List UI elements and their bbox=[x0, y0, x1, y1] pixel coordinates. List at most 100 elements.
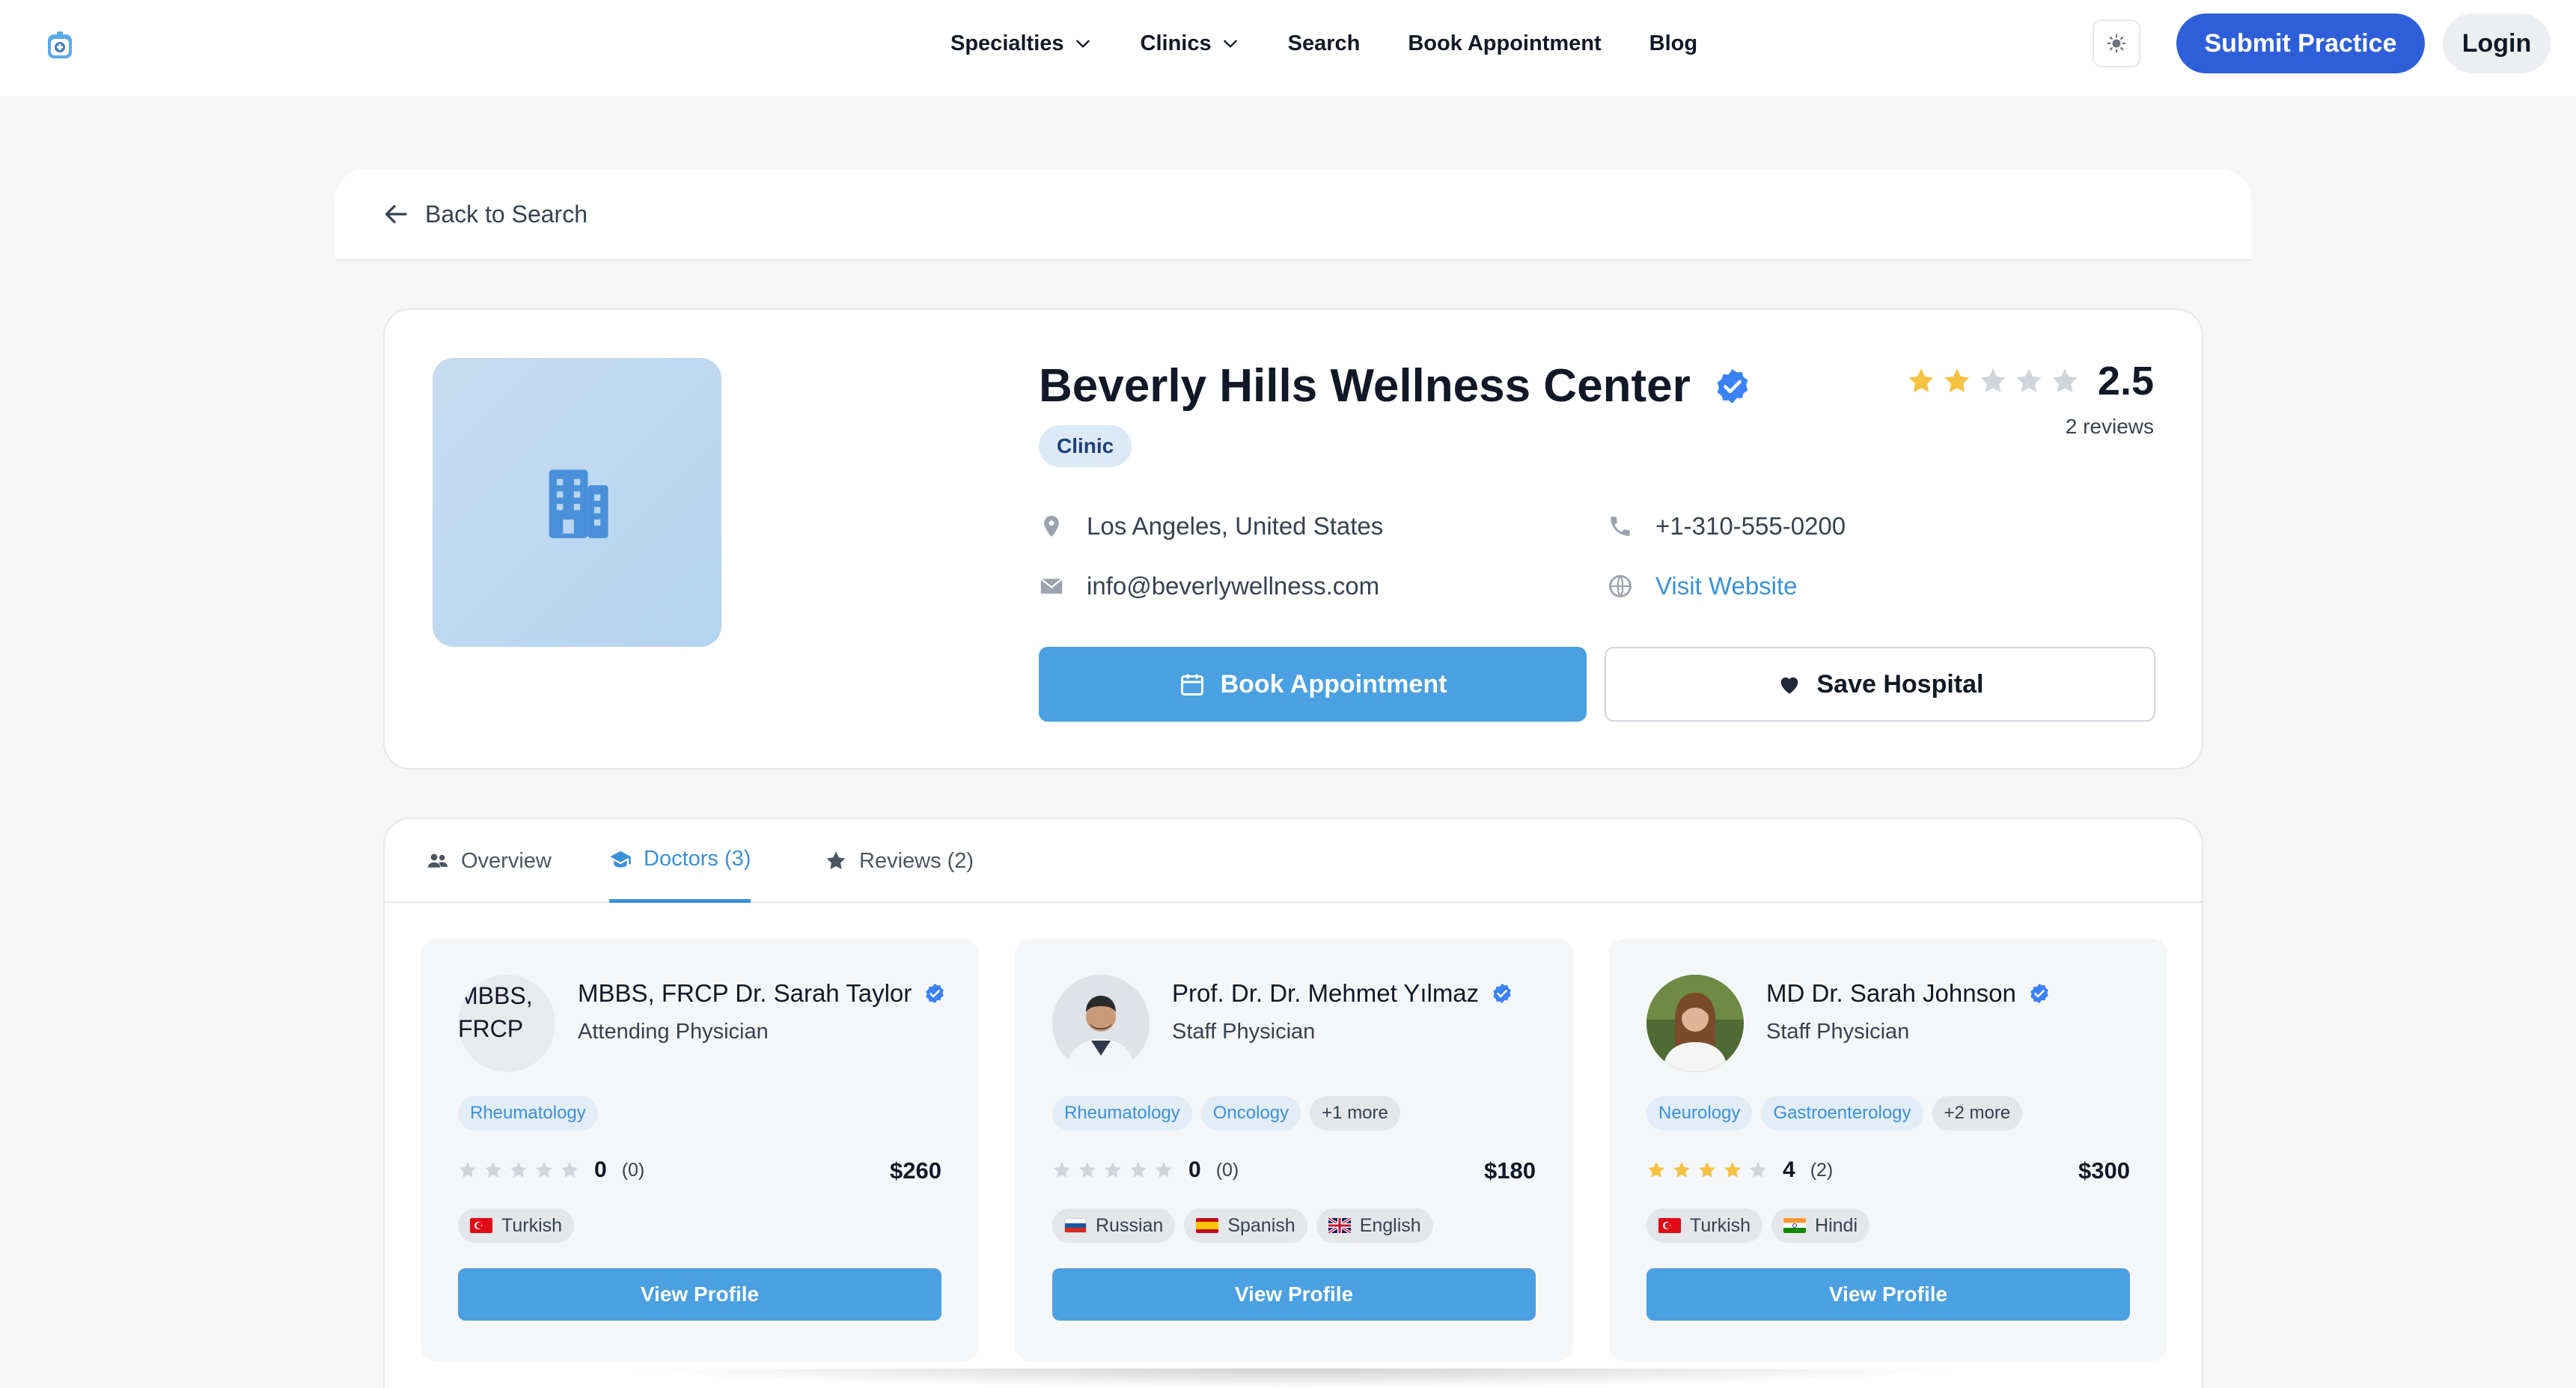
clinic-header-card: Beverly Hills Wellness Center Clinic 2.5… bbox=[383, 308, 2203, 770]
globe-icon bbox=[1609, 575, 1632, 597]
specialty-chip: Neurology bbox=[1646, 1096, 1753, 1130]
star-icon bbox=[1648, 1162, 1664, 1178]
language-label: Spanish bbox=[1227, 1214, 1295, 1236]
nav-search[interactable]: Search bbox=[1288, 31, 1361, 56]
verified-badge-icon bbox=[1717, 368, 1748, 404]
view-profile-button[interactable]: View Profile bbox=[458, 1268, 941, 1321]
doctor-rating: 0 (0) bbox=[458, 1157, 644, 1183]
language-chip: Turkish bbox=[458, 1208, 575, 1243]
clinic-location-text: Los Angeles, United States bbox=[1087, 512, 1384, 540]
doctor-rating-value: 4 bbox=[1783, 1157, 1795, 1182]
star-icon bbox=[1724, 1162, 1741, 1178]
tab-bar: Overview Doctors (3) Reviews (2) bbox=[385, 819, 2202, 903]
clinic-website-label: Visit Website bbox=[1655, 572, 1798, 600]
specialty-chip: Gastroenterology bbox=[1761, 1096, 1923, 1130]
login-button[interactable]: Login bbox=[2443, 13, 2551, 73]
star-icon bbox=[1079, 1162, 1096, 1178]
theme-toggle-button[interactable] bbox=[2093, 19, 2140, 67]
star-icon bbox=[1944, 368, 1970, 392]
star-icon bbox=[510, 1162, 527, 1178]
nav-blog[interactable]: Blog bbox=[1649, 31, 1697, 56]
doctor-rating-value: 0 bbox=[594, 1157, 607, 1182]
star-icon bbox=[485, 1162, 501, 1178]
doctor-avatar: MBBS, FRCP bbox=[458, 975, 555, 1072]
doctor-avatar bbox=[1646, 975, 1744, 1072]
back-to-search-link[interactable]: Back to Search bbox=[383, 201, 587, 228]
nav-book-appointment[interactable]: Book Appointment bbox=[1408, 31, 1601, 56]
clinic-name: Beverly Hills Wellness Center bbox=[1039, 359, 1752, 413]
clinic-email: info@beverlywellness.com bbox=[1039, 572, 1379, 600]
doctor-name[interactable]: MD Dr. Sarah Johnson bbox=[1766, 979, 2051, 1008]
language-label: Hindi bbox=[1815, 1214, 1858, 1236]
india-flag-icon bbox=[1783, 1218, 1807, 1233]
star-icon bbox=[1908, 368, 1934, 392]
tab-doctors-label: Doctors (3) bbox=[644, 847, 751, 871]
users-icon bbox=[427, 853, 448, 868]
star-icon bbox=[1750, 1162, 1766, 1178]
clinic-website-link[interactable]: Visit Website bbox=[1608, 572, 1798, 600]
doctor-role: Staff Physician bbox=[1172, 1020, 1316, 1044]
tab-reviews-label: Reviews (2) bbox=[859, 848, 974, 873]
calendar-icon bbox=[1180, 674, 1203, 695]
submit-practice-button[interactable]: Submit Practice bbox=[2176, 13, 2425, 73]
star-icon bbox=[1673, 1162, 1690, 1178]
doctor-card: MD Dr. Sarah Johnson Staff Physician Neu… bbox=[1609, 939, 2167, 1361]
clinic-phone-text: +1-310-555-0200 bbox=[1655, 512, 1846, 540]
book-appointment-label: Book Appointment bbox=[1220, 669, 1447, 698]
back-to-search-label: Back to Search bbox=[425, 200, 587, 228]
star-icon bbox=[2052, 368, 2078, 392]
phone-icon bbox=[1611, 517, 1630, 536]
mail-icon bbox=[1040, 578, 1063, 594]
clinic-rating-row: 2.5 bbox=[1900, 358, 2154, 404]
star-icon bbox=[826, 851, 846, 870]
graduation-cap-icon bbox=[610, 850, 631, 868]
specialty-chips: Rheumatology bbox=[458, 1096, 598, 1130]
book-appointment-button[interactable]: Book Appointment bbox=[1039, 647, 1587, 722]
star-icon bbox=[1054, 1162, 1070, 1178]
clinic-image bbox=[433, 358, 721, 647]
doctor-name-text: MBBS, FRCP Dr. Sarah Taylor bbox=[578, 979, 912, 1007]
language-label: English bbox=[1359, 1214, 1421, 1236]
nav-specialties[interactable]: Specialties bbox=[950, 31, 1093, 56]
language-chip: Turkish bbox=[1646, 1208, 1763, 1243]
russia-flag-icon bbox=[1064, 1218, 1087, 1233]
save-hospital-button[interactable]: Save Hospital bbox=[1605, 647, 2155, 722]
clinic-name-text: Beverly Hills Wellness Center bbox=[1039, 360, 1691, 412]
language-label: Russian bbox=[1096, 1214, 1164, 1236]
sun-icon bbox=[2107, 34, 2126, 53]
view-profile-button[interactable]: View Profile bbox=[1052, 1268, 1536, 1321]
specialty-chip: Oncology bbox=[1200, 1096, 1301, 1130]
nav-search-label: Search bbox=[1287, 31, 1361, 55]
language-label: Turkish bbox=[501, 1214, 563, 1236]
clinic-phone: +1-310-555-0200 bbox=[1608, 512, 1846, 541]
more-specialties-chip[interactable]: +2 more bbox=[1932, 1096, 2023, 1130]
language-chip: Spanish bbox=[1184, 1208, 1307, 1243]
building-icon bbox=[549, 469, 608, 538]
uk-flag-icon bbox=[1328, 1218, 1351, 1233]
doctor-avatar bbox=[1052, 975, 1150, 1072]
tab-overview-label: Overview bbox=[461, 848, 552, 873]
tab-reviews[interactable]: Reviews (2) bbox=[825, 819, 974, 903]
doctor-name[interactable]: MBBS, FRCP Dr. Sarah Taylor bbox=[578, 979, 946, 1008]
doctor-rating: 0 (0) bbox=[1052, 1157, 1239, 1183]
nav-blog-label: Blog bbox=[1649, 31, 1698, 55]
hospital-logo-icon[interactable] bbox=[43, 28, 76, 61]
specialty-chip: Rheumatology bbox=[458, 1096, 598, 1130]
tab-doctors[interactable]: Doctors (3) bbox=[609, 819, 751, 903]
more-specialties-chip[interactable]: +1 more bbox=[1310, 1096, 1400, 1130]
star-icon bbox=[1980, 368, 2006, 392]
doctor-price: $260 bbox=[890, 1157, 941, 1184]
view-profile-button[interactable]: View Profile bbox=[1646, 1268, 2130, 1321]
star-icon bbox=[1105, 1162, 1121, 1178]
turkey-flag-icon bbox=[1658, 1218, 1681, 1233]
verified-badge-icon bbox=[2030, 983, 2048, 1004]
clinic-type-badge: Clinic bbox=[1039, 425, 1132, 467]
nav-clinics[interactable]: Clinics bbox=[1141, 31, 1240, 56]
specialty-chips: Neurology Gastroenterology +2 more bbox=[1646, 1096, 2023, 1130]
save-hospital-label: Save Hospital bbox=[1816, 669, 1984, 698]
tab-overview[interactable]: Overview bbox=[427, 819, 552, 903]
star-icon bbox=[1156, 1162, 1172, 1178]
language-chips: Turkish Hindi bbox=[1646, 1208, 1870, 1243]
doctor-price: $180 bbox=[1484, 1157, 1536, 1184]
doctor-name[interactable]: Prof. Dr. Dr. Mehmet Yılmaz bbox=[1172, 979, 1513, 1008]
